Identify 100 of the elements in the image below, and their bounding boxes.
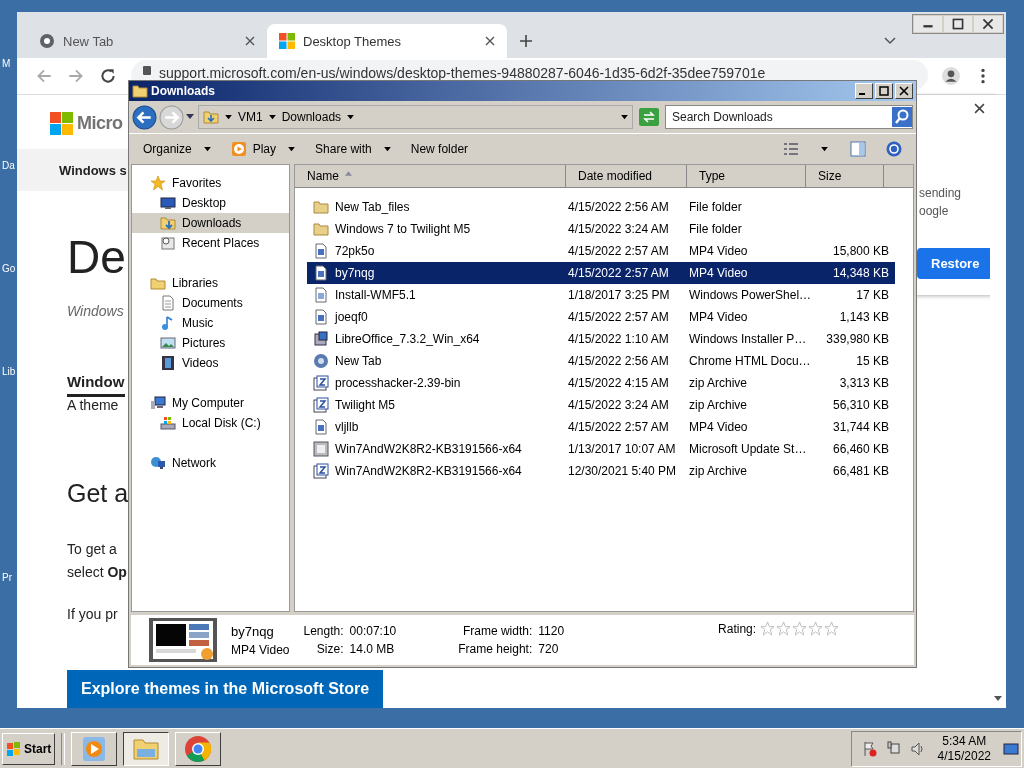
size-cell-text: 15 KB	[855, 354, 890, 368]
column-header[interactable]: Date modified	[566, 165, 687, 187]
intro-text: A theme	[67, 397, 120, 413]
store-button[interactable]: Explore themes in the Microsoft Store	[67, 670, 384, 708]
reload-icon[interactable]	[99, 67, 117, 85]
address-bar[interactable]: VM1 Downloads	[198, 105, 633, 129]
caret-icon[interactable]	[186, 114, 194, 120]
desktop-icon-label[interactable]: Go	[2, 263, 16, 274]
star-icon[interactable]	[776, 621, 792, 636]
start-button[interactable]: Start	[2, 732, 56, 765]
date-cell-text: 1/18/2017 3:25 PM	[567, 288, 671, 302]
column-header[interactable]: Size	[806, 165, 884, 187]
desktop-icon-label[interactable]: Da	[2, 160, 15, 171]
search-box[interactable]: Search Downloads	[665, 105, 913, 129]
preview-pane-icon[interactable]	[850, 141, 866, 157]
file-row[interactable]: Install-WMF5.1 1/18/2017 3:25 PM Windows PowerShel… 17 KB	[307, 284, 895, 306]
file-name: joeqf0	[335, 310, 368, 324]
property-label: Length:	[303, 624, 344, 638]
file-row[interactable]: joeqf0 4/15/2022 2:57 AM MP4 Video 1,143 KB	[307, 306, 895, 328]
type-cell-text: zip Archive	[688, 398, 749, 412]
file-row[interactable]: 72pk5o 4/15/2022 2:57 AM MP4 Video 15,800 KB	[307, 240, 895, 262]
taskbar-button[interactable]	[123, 731, 170, 766]
nav-item[interactable]: My Computer	[132, 393, 289, 413]
nav-item[interactable]: Local Disk (C:)	[132, 413, 289, 433]
toolbar-button[interactable]: Share with	[307, 137, 399, 161]
minimize-button[interactable]	[855, 83, 873, 99]
search-icon[interactable]	[892, 107, 912, 127]
nav-item[interactable]: Videos	[132, 353, 289, 373]
nav-item[interactable]: Documents	[132, 293, 289, 313]
nav-item[interactable]: Favorites	[132, 173, 289, 193]
nav-item[interactable]: Downloads	[132, 213, 289, 233]
nav-item[interactable]: Recent Places	[132, 233, 289, 253]
toolbar-button[interactable]: Play	[222, 137, 304, 161]
nav-item[interactable]: Pictures	[132, 333, 289, 353]
close-icon[interactable]	[245, 36, 255, 46]
nav-item[interactable]: Network	[132, 453, 289, 473]
file-row[interactable]: LibreOffice_7.3.2_Win_x64 4/15/2022 1:10 AM Windows Installer P… 339,980 KB	[307, 328, 895, 350]
desktop-icon-label[interactable]: Lib	[2, 366, 16, 377]
profile-icon[interactable]	[942, 67, 960, 85]
file-name: Install-WMF5.1	[335, 288, 416, 302]
video-file-icon	[313, 265, 329, 281]
refresh-icon[interactable]	[639, 108, 659, 126]
caret-icon	[383, 146, 391, 152]
star-icon[interactable]	[760, 621, 776, 636]
show-desktop-icon[interactable]	[1003, 740, 1019, 757]
speaker-icon[interactable]	[909, 740, 926, 757]
file-row[interactable]: by7nqg 4/15/2022 2:57 AM MP4 Video 14,348 KB	[307, 262, 895, 284]
column-header[interactable]: Name	[295, 165, 566, 187]
scroll-down-icon[interactable]	[994, 696, 1002, 702]
close-button[interactable]	[895, 83, 913, 99]
maximize-icon	[878, 86, 890, 96]
date-cell-text: 4/15/2022 2:56 AM	[567, 354, 670, 368]
chevron-down-icon[interactable]	[884, 37, 896, 45]
site-nav-link[interactable]: Windows s	[59, 162, 127, 178]
search-field[interactable]: Search Downloads	[666, 110, 892, 124]
help-icon[interactable]	[886, 141, 902, 157]
caret-icon[interactable]	[821, 146, 828, 152]
back-icon[interactable]	[132, 104, 157, 130]
restore-window-button[interactable]	[944, 16, 972, 32]
nav-item[interactable]: Desktop	[132, 193, 289, 213]
videos-icon	[160, 355, 176, 371]
flag-icon[interactable]	[861, 740, 878, 757]
file-row[interactable]: New Tab 4/15/2022 2:56 AM Chrome HTML Docu… 15 KB	[307, 350, 895, 372]
desktop-icon-label[interactable]: Pr	[2, 572, 12, 583]
column-header[interactable]: Type	[687, 165, 806, 187]
toolbar-button[interactable]: New folder	[402, 137, 477, 161]
close-button[interactable]	[974, 16, 1002, 32]
file-row[interactable]: Windows 7 to Twilight M5 4/15/2022 3:24 AM File folder	[307, 218, 895, 240]
clock[interactable]: 5:34 AM 4/15/2022	[937, 733, 991, 764]
close-icon[interactable]	[485, 36, 495, 46]
site-logo-text[interactable]: Micro	[77, 112, 123, 134]
desktop-icon-label[interactable]: M	[2, 58, 11, 69]
file-name: LibreOffice_7.3.2_Win_x64	[335, 332, 480, 346]
nav-item[interactable]: Libraries	[132, 273, 289, 293]
close-icon[interactable]	[974, 103, 985, 114]
file-row[interactable]: vljllb 4/15/2022 2:57 AM MP4 Video 31,744 KB	[307, 416, 895, 438]
file-row[interactable]: New Tab_files 4/15/2022 2:56 AM File folder	[307, 196, 895, 218]
toolbar-button[interactable]: Organize	[135, 137, 219, 161]
file-row[interactable]: Twilight M5 4/15/2022 3:24 AM zip Archive 56,310 KB	[307, 394, 895, 416]
date-cell-text: 4/15/2022 2:57 AM	[567, 420, 670, 434]
view-list-icon[interactable]	[783, 141, 799, 157]
star-icon[interactable]	[792, 621, 808, 636]
file-row[interactable]: processhacker-2.39-bin 4/15/2022 4:15 AM zip Archive 3,313 KB	[307, 372, 895, 394]
nav-item[interactable]: Music	[132, 313, 289, 333]
type-cell-text: MP4 Video	[688, 420, 749, 434]
star-icon[interactable]	[808, 621, 824, 636]
section-tab[interactable]: Window	[67, 373, 125, 397]
new-tab-icon[interactable]	[519, 34, 533, 48]
star-icon[interactable]	[824, 621, 840, 636]
maximize-button[interactable]	[875, 83, 893, 99]
file-row[interactable]: Win7AndW2K8R2-KB3191566-x64 1/13/2017 10:07 AM Microsoft Update St… 66,460 KB	[307, 438, 895, 460]
file-row[interactable]: Win7AndW2K8R2-KB3191566-x64 12/30/2021 5:40 PM zip Archive 66,481 KB	[307, 460, 895, 482]
file-name: by7nqg	[231, 623, 275, 639]
property-label: Size:	[315, 642, 344, 656]
network-icon[interactable]	[885, 740, 902, 757]
page-heading: De	[67, 231, 127, 283]
minimize-button[interactable]	[914, 16, 942, 32]
browser-tab[interactable]: Desktop Themes	[267, 24, 507, 58]
pictures-icon	[160, 335, 176, 351]
browser-tab[interactable]: New Tab	[27, 24, 267, 58]
